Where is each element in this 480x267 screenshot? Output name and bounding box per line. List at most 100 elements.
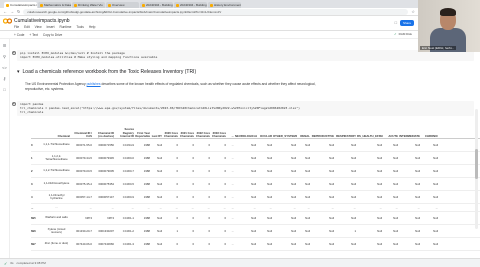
table-cell: ... (379, 205, 382, 210)
table-cell: 007440-66-6 (76, 242, 92, 246)
menu-item-runtime[interactable]: Runtime (59, 25, 71, 29)
search-icon[interactable]: ⚲ (3, 54, 6, 59)
table-cell: CC300-5 (122, 182, 134, 186)
share-button[interactable]: Share (399, 20, 414, 26)
colab-logo-icon (3, 18, 12, 24)
tab-favicon-icon (6, 3, 9, 7)
column-header[interactable]: INTERMEDIATE (399, 135, 421, 138)
toolbar-button[interactable]: Copy to Drive (43, 33, 62, 37)
table-cell: 0 (176, 169, 178, 173)
table-cell: ... (147, 205, 150, 210)
table-cell: Null (157, 195, 162, 199)
column-header[interactable]: OCULAR (257, 135, 273, 138)
table-cell: Null (157, 143, 162, 147)
publishes-link[interactable]: publishes (87, 82, 101, 86)
menu-item-edit[interactable]: Edit (24, 25, 30, 29)
table-cell: Null (305, 156, 310, 160)
table-cell: 3 (31, 182, 33, 186)
menu-item-view[interactable]: View (35, 25, 42, 29)
status-text: completed at 3:08 PM (16, 261, 46, 265)
table-cell: ... (231, 156, 234, 160)
menu-item-help[interactable]: Help (89, 25, 96, 29)
column-header[interactable]: First Year Reportable (135, 132, 151, 138)
ram-indicator[interactable]: ✓ RAM Disk (394, 32, 412, 36)
star-icon[interactable]: ☆ (411, 9, 415, 14)
table-cell: 0000079005 (98, 169, 114, 173)
column-header[interactable]: ... (227, 135, 235, 138)
tab-favicon-icon (210, 3, 213, 7)
column-header[interactable]: Source Registry Internal ID (115, 128, 135, 138)
code-snippet-icon[interactable]: <> (2, 65, 7, 70)
table-cell: Null (157, 156, 162, 160)
table-row: 4 1,1-Dimethyl hydrazine 000057-14-7 000005… (31, 191, 480, 204)
toc-icon[interactable]: ☰ (3, 43, 7, 48)
table-cell: Null (251, 143, 256, 147)
run-cell-icon[interactable]: ▶ (12, 102, 16, 106)
scrollbar[interactable] (475, 109, 478, 229)
comment-icon[interactable]: □ (395, 21, 397, 25)
table-cell: Null (267, 169, 272, 173)
table-cell: Null (415, 216, 420, 220)
toolbar-button[interactable]: + Code (14, 33, 24, 37)
column-header[interactable]: 2021 Core Chemicals (179, 132, 195, 138)
table-cell: 1 (354, 229, 356, 233)
table-cell: ... (231, 195, 234, 199)
status-bar: ✓ 0s completed at 3:08 PM (0, 258, 480, 267)
column-header[interactable]: RS_HEALTH_EFFECTS (357, 135, 383, 138)
table-cell: Null (329, 229, 334, 233)
column-header[interactable]: 2003 Core Chemicals (211, 132, 227, 138)
back-icon[interactable]: ← (3, 9, 7, 14)
forward-icon[interactable]: → (10, 9, 14, 14)
table-cell: 1 (176, 229, 178, 233)
key-icon[interactable]: ⚷ (3, 76, 6, 81)
table-cell: ... (231, 143, 234, 147)
table-cell: Null (291, 156, 296, 160)
table-cell: Null (351, 143, 356, 147)
column-header[interactable]: Chemical ID (no dashes) (93, 132, 115, 138)
table-cell: 0 (192, 143, 194, 147)
install-code-cell[interactable]: ▶ pip install ECHO_modules &>/dev/null #… (12, 50, 474, 61)
toolbar-button[interactable]: + Text (29, 33, 38, 37)
tab-label: Mathematics & Data (44, 3, 71, 7)
webcam-video: Eric Nost (EDGI, he/hi... (418, 0, 480, 52)
column-header[interactable]: 2022 Core Chemicals (195, 132, 211, 138)
column-header[interactable]: RESPIRATORY (335, 135, 357, 138)
column-header[interactable]: OTHER_SYSTEMIC (273, 135, 297, 138)
column-header[interactable]: Chemical (43, 135, 71, 138)
table-cell: 0 (224, 195, 226, 199)
column-header[interactable]: 2020 Core Chemicals (163, 132, 179, 138)
menu-item-file[interactable]: File (14, 25, 19, 29)
table-cell: CC301-2 (122, 229, 134, 233)
column-header[interactable]: NEUROLOGICAL (235, 135, 257, 138)
table-cell: 0 (208, 182, 210, 186)
section-heading: ▾ Load a chemicals reference workbook fr… (17, 69, 196, 75)
table-cell: 0 (176, 195, 178, 199)
collapse-icon[interactable]: ▾ (17, 69, 20, 75)
ram-label: RAM Disk (398, 32, 412, 36)
table-cell: Null (291, 195, 296, 199)
table-cell: 0 (208, 229, 210, 233)
column-header[interactable]: Last RY (151, 135, 163, 138)
table-cell: 696 (31, 229, 36, 233)
table-cell: ... (353, 205, 356, 210)
table-cell: Null (329, 195, 334, 199)
column-header[interactable]: REPRODUCTIVE (311, 135, 335, 138)
reload-icon[interactable]: ↻ (17, 9, 20, 14)
pandas-code-cell[interactable]: ▶ import pandas tri_chemicals = pandas.re… (12, 101, 474, 116)
run-cell-icon[interactable]: ▶ (12, 51, 16, 55)
menu-item-insert[interactable]: Insert (47, 25, 55, 29)
table-cell: ... (269, 205, 272, 210)
folder-icon[interactable]: □ (3, 87, 5, 92)
menu-item-tools[interactable]: Tools (76, 25, 83, 29)
table-cell: 0 (208, 216, 210, 220)
column-header[interactable]: ACUTE (383, 135, 399, 138)
notebook-name[interactable]: Cumulativeimpacts.ipynb (14, 18, 70, 24)
table-cell: Null (157, 169, 162, 173)
column-header[interactable]: CHRONIC (421, 135, 439, 138)
column-header[interactable]: Chemical ID / CAS (71, 132, 93, 138)
column-header[interactable]: RENAL (297, 135, 311, 138)
url-field[interactable]: colab.research.google.com/github/edgi-go… (23, 8, 409, 15)
table-cell: Null (393, 143, 398, 147)
table-cell: CC301-1 (122, 216, 134, 220)
table-cell: Null (305, 195, 310, 199)
